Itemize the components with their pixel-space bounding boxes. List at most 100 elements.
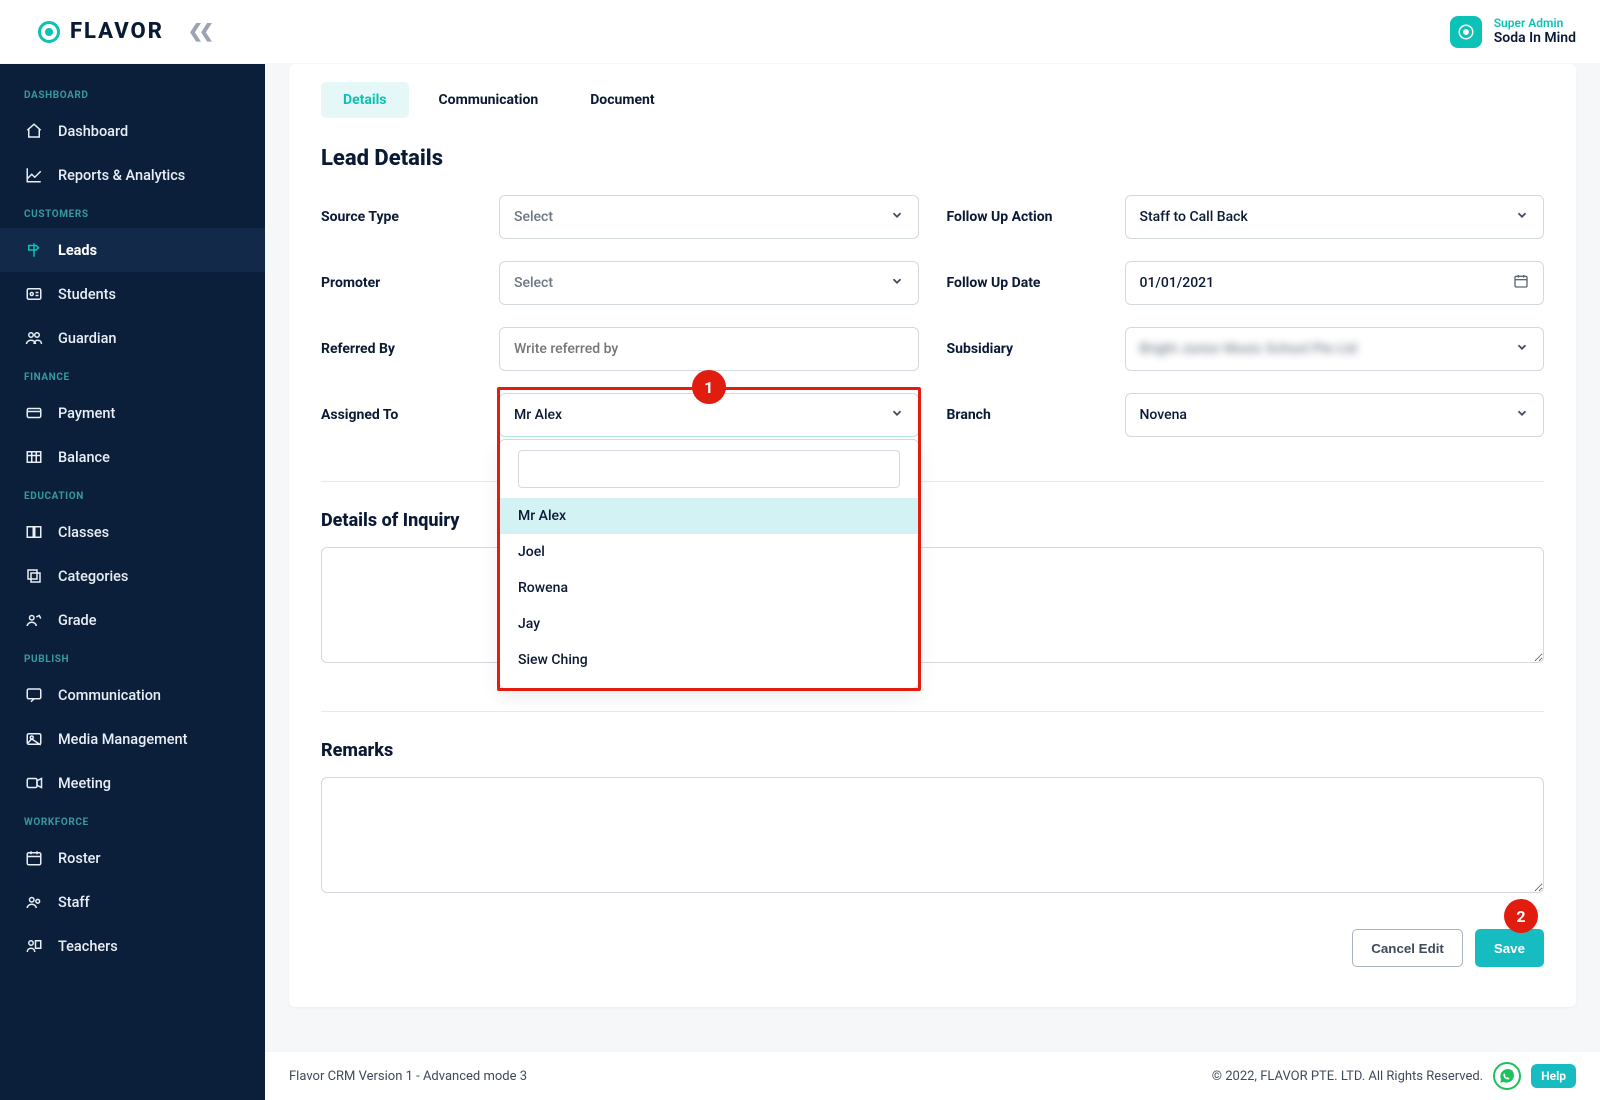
assigned-to-option[interactable]: Joel bbox=[500, 534, 918, 570]
chat-icon bbox=[24, 685, 44, 705]
select-branch-value: Novena bbox=[1140, 407, 1187, 423]
select-follow-up-action[interactable]: Staff to Call Back bbox=[1125, 195, 1545, 239]
sidebar-item-label: Guardian bbox=[58, 330, 117, 347]
sidebar-item-label: Students bbox=[58, 286, 116, 303]
lead-card: Details Communication Document Lead Deta… bbox=[289, 64, 1576, 1007]
tab-details[interactable]: Details bbox=[321, 82, 409, 118]
grad-icon bbox=[24, 610, 44, 630]
sidebar-item-label: Roster bbox=[58, 850, 101, 867]
sidebar-item-label: Teachers bbox=[58, 938, 118, 955]
sidebar-item-teachers[interactable]: Teachers bbox=[0, 924, 265, 968]
cancel-edit-button[interactable]: Cancel Edit bbox=[1352, 929, 1463, 967]
sidebar-item-label: Grade bbox=[58, 612, 97, 629]
label-branch: Branch bbox=[947, 407, 1097, 423]
users-icon bbox=[24, 892, 44, 912]
sidebar-item-payment[interactable]: Payment bbox=[0, 391, 265, 435]
input-referred-by[interactable] bbox=[499, 327, 919, 371]
whatsapp-icon[interactable] bbox=[1493, 1062, 1521, 1090]
sidebar-item-media[interactable]: Media Management bbox=[0, 717, 265, 761]
sidebar-item-reports[interactable]: Reports & Analytics bbox=[0, 153, 265, 197]
brand-logo-icon bbox=[38, 21, 60, 43]
user-menu[interactable]: Super Admin Soda In Mind bbox=[1450, 16, 1576, 48]
select-source-type[interactable]: Select bbox=[499, 195, 919, 239]
annotation-badge-1: 1 bbox=[692, 370, 726, 404]
select-follow-up-action-value: Staff to Call Back bbox=[1140, 209, 1248, 225]
sidebar-item-dashboard[interactable]: Dashboard bbox=[0, 109, 265, 153]
sidebar-item-balance[interactable]: Balance bbox=[0, 435, 265, 479]
sidebar-item-label: Dashboard bbox=[58, 123, 128, 140]
assigned-to-dropdown: Mr Alex Joel Rowena Jay Siew Ching Gim C… bbox=[499, 439, 919, 689]
user-name: Soda In Mind bbox=[1494, 30, 1576, 47]
tab-document[interactable]: Document bbox=[568, 82, 676, 118]
assigned-to-option[interactable]: Siew Ching bbox=[500, 642, 918, 678]
sidebar-item-label: Balance bbox=[58, 449, 110, 466]
nav-section-title: PUBLISH bbox=[0, 642, 265, 673]
label-subsidiary: Subsidiary bbox=[947, 341, 1097, 357]
sidebar-item-students[interactable]: Students bbox=[0, 272, 265, 316]
sidebar-item-classes[interactable]: Classes bbox=[0, 510, 265, 554]
assigned-to-option[interactable]: Rowena bbox=[500, 570, 918, 606]
input-follow-up-date-value: 01/01/2021 bbox=[1140, 275, 1215, 291]
chevron-down-icon bbox=[1515, 340, 1529, 358]
sidebar-item-label: Meeting bbox=[58, 775, 111, 792]
label-follow-up-action: Follow Up Action bbox=[947, 209, 1097, 225]
avatar bbox=[1450, 16, 1482, 48]
card-icon bbox=[24, 403, 44, 423]
sidebar-item-label: Leads bbox=[58, 242, 97, 259]
sidebar-item-label: Media Management bbox=[58, 731, 187, 748]
assigned-to-search[interactable] bbox=[518, 450, 900, 488]
brand-name: FLAVOR bbox=[70, 19, 164, 44]
video-icon bbox=[24, 773, 44, 793]
sidebar-item-guardian[interactable]: Guardian bbox=[0, 316, 265, 360]
assigned-to-search-input[interactable] bbox=[529, 451, 889, 487]
save-button[interactable]: Save bbox=[1475, 929, 1544, 967]
select-promoter-value: Select bbox=[514, 275, 553, 291]
sidebar-item-staff[interactable]: Staff bbox=[0, 880, 265, 924]
chevron-down-icon bbox=[890, 406, 904, 424]
label-follow-up-date: Follow Up Date bbox=[947, 275, 1097, 291]
select-promoter[interactable]: Select bbox=[499, 261, 919, 305]
sidebar-collapse-icon[interactable]: ❮❮ bbox=[188, 21, 210, 42]
divider bbox=[321, 711, 1544, 712]
nav-section-title: FINANCE bbox=[0, 360, 265, 391]
help-button[interactable]: Help bbox=[1531, 1064, 1576, 1088]
select-subsidiary[interactable]: Bright Junior Music School Pte Ltd bbox=[1125, 327, 1545, 371]
sidebar-item-meeting[interactable]: Meeting bbox=[0, 761, 265, 805]
remarks-textarea[interactable] bbox=[321, 777, 1544, 893]
label-referred-by: Referred By bbox=[321, 341, 471, 357]
sidebar-item-categories[interactable]: Categories bbox=[0, 554, 265, 598]
assigned-to-option[interactable]: Jay bbox=[500, 606, 918, 642]
calendar-icon bbox=[1513, 273, 1529, 293]
annotation-badge-2: 2 bbox=[1504, 899, 1538, 933]
select-source-type-value: Select bbox=[514, 209, 553, 225]
input-referred-by-field[interactable] bbox=[514, 328, 904, 370]
input-follow-up-date[interactable]: 01/01/2021 bbox=[1125, 261, 1545, 305]
table-icon bbox=[24, 447, 44, 467]
label-promoter: Promoter bbox=[321, 275, 471, 291]
sidebar-item-roster[interactable]: Roster bbox=[0, 836, 265, 880]
tab-communication[interactable]: Communication bbox=[417, 82, 561, 118]
teacher-icon bbox=[24, 936, 44, 956]
chevron-down-icon bbox=[1515, 406, 1529, 424]
image-icon bbox=[24, 729, 44, 749]
assigned-to-option[interactable]: Gim Chye bbox=[500, 678, 918, 689]
sidebar-item-label: Classes bbox=[58, 524, 109, 541]
footer-copyright: © 2022, FLAVOR PTE. LTD. All Rights Rese… bbox=[1212, 1069, 1483, 1084]
brand-logo[interactable]: FLAVOR bbox=[38, 19, 164, 44]
section-title: Lead Details bbox=[321, 146, 1544, 171]
sidebar-item-grade[interactable]: Grade bbox=[0, 598, 265, 642]
select-branch[interactable]: Novena bbox=[1125, 393, 1545, 437]
sidebar: DASHBOARDDashboardReports & AnalyticsCUS… bbox=[0, 64, 265, 1100]
sidebar-item-leads[interactable]: Leads bbox=[0, 228, 265, 272]
chevron-down-icon bbox=[890, 274, 904, 292]
user-role: Super Admin bbox=[1494, 16, 1576, 30]
chevron-down-icon bbox=[890, 208, 904, 226]
calendar-icon bbox=[24, 848, 44, 868]
chevron-down-icon bbox=[1515, 208, 1529, 226]
nav-section-title: EDUCATION bbox=[0, 479, 265, 510]
nav-section-title: CUSTOMERS bbox=[0, 197, 265, 228]
assigned-to-option[interactable]: Mr Alex bbox=[500, 498, 918, 534]
sidebar-item-communication[interactable]: Communication bbox=[0, 673, 265, 717]
sidebar-item-label: Staff bbox=[58, 894, 90, 911]
signpost-icon bbox=[24, 240, 44, 260]
